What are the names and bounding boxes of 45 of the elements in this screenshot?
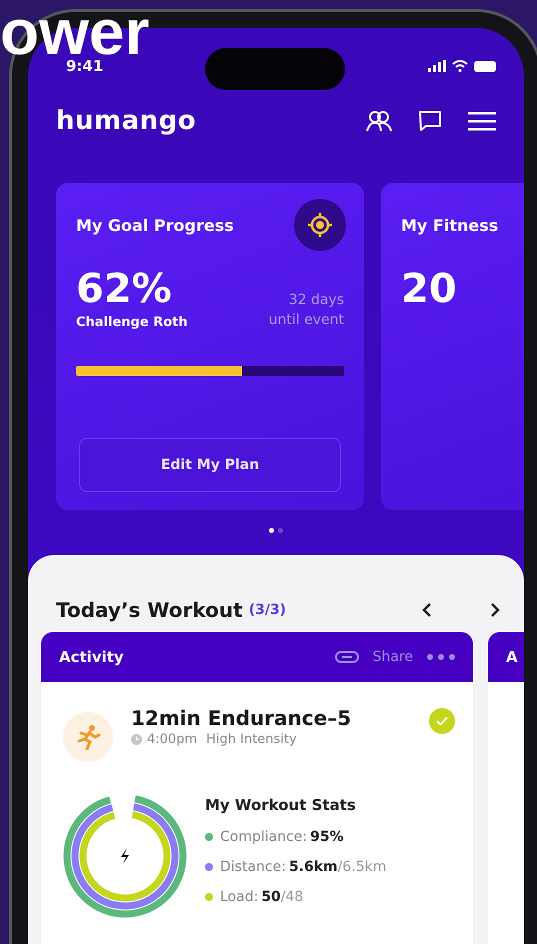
workout-intensity: High Intensity (206, 732, 297, 747)
app-logo: humango (56, 106, 196, 136)
page-dot[interactable] (269, 528, 274, 533)
card-title: My Fitness (401, 216, 498, 234)
more-button[interactable] (427, 654, 455, 660)
signal-icon (428, 60, 446, 72)
clock-icon (131, 734, 142, 745)
more-icon (427, 654, 455, 660)
goal-percent: 62% (76, 265, 173, 313)
stat-label: Distance: (220, 859, 286, 875)
chevron-right-icon (490, 602, 500, 618)
activity-label: Activity (59, 648, 124, 666)
countdown-text: 32 days (288, 291, 344, 310)
link-icon (334, 651, 359, 663)
card-title: My Goal Progress (76, 216, 234, 234)
chat-button[interactable] (418, 110, 442, 132)
workout-time: 4:00pm (147, 732, 198, 747)
event-name: Challenge Roth (76, 315, 188, 330)
stats-title: My Workout Stats (205, 796, 357, 814)
workout-count: (3/3) (248, 602, 286, 618)
page-dot[interactable] (278, 528, 283, 533)
menu-button[interactable] (468, 111, 496, 131)
stat-total: /6.5km (338, 859, 386, 875)
stat-value: 95% (310, 829, 344, 845)
edit-plan-button[interactable]: Edit My Plan (79, 438, 341, 492)
wifi-icon (452, 60, 468, 72)
runner-icon (63, 712, 113, 762)
people-button[interactable] (366, 110, 392, 132)
chevron-left-icon (422, 602, 432, 618)
stat-value: 50 (261, 889, 281, 905)
chat-bubble-icon (418, 110, 442, 132)
stat-value: 5.6km (288, 859, 338, 875)
fitness-score: 20 (401, 265, 458, 313)
workout-name: 12min Endurance–5 (131, 706, 352, 730)
target-icon (294, 199, 346, 251)
section-title: Today’s Workout (56, 598, 243, 622)
menu-icon (468, 111, 496, 131)
activity-label: A (506, 648, 518, 666)
countdown-text: until event (268, 311, 344, 330)
people-icon (366, 110, 392, 132)
share-button[interactable]: Share (372, 649, 413, 665)
stat-label: Compliance: (220, 829, 308, 845)
stat-label: Load: (220, 889, 258, 905)
stat-total: /48 (280, 889, 304, 905)
battery-icon (474, 60, 498, 72)
